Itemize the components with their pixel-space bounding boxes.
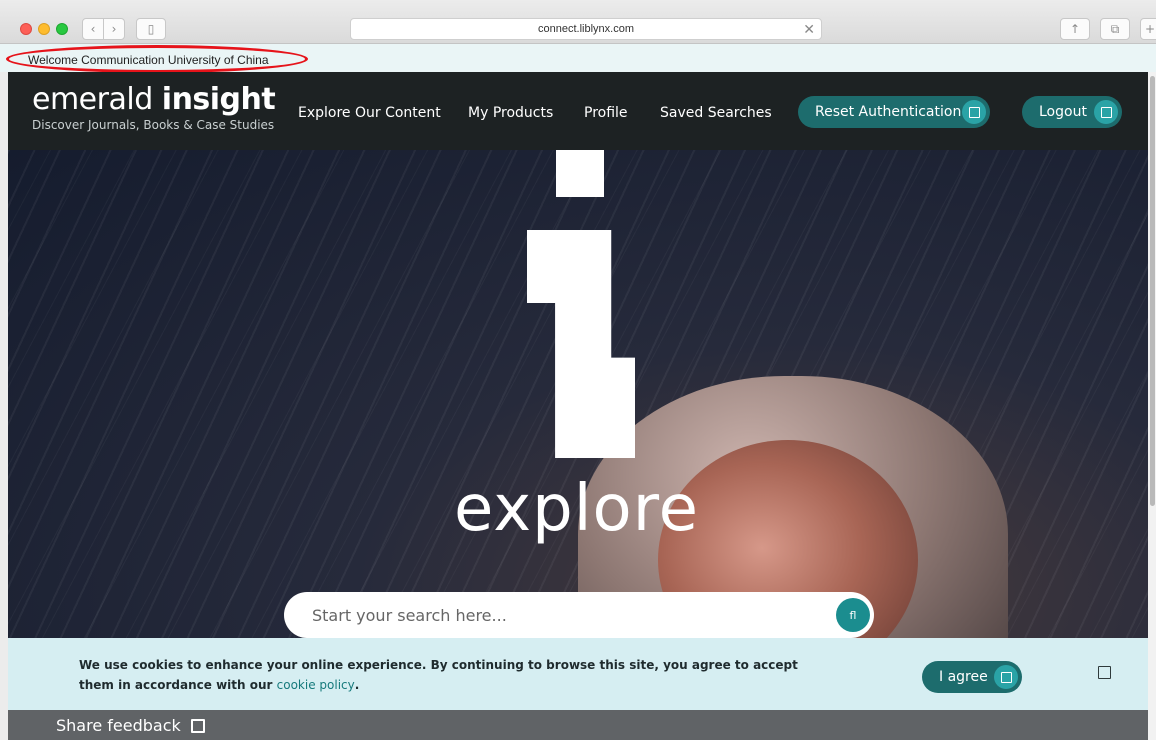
close-window-button[interactable] [20,23,32,35]
emerald-insight-logo[interactable]: emerald insight Discover Journals, Books… [32,82,276,133]
nav-saved-searches[interactable]: Saved Searches [660,105,772,121]
plus-icon[interactable]: + [1140,18,1156,40]
nav-profile[interactable]: Profile [584,105,628,121]
zoom-window-button[interactable] [56,23,68,35]
welcome-text: Welcome Communication University of Chin… [28,53,269,67]
insight-i-dot-graphic [556,150,604,197]
feedback-bar[interactable]: Share feedback [8,710,1148,740]
browser-toolbar: ‹ › ▯ connect.liblynx.com ✕ ↑ ⧉ + [0,0,1156,44]
search-input[interactable] [284,592,874,638]
logo-word-bold: insight [161,82,276,117]
square-icon [994,665,1018,689]
close-icon[interactable] [1098,666,1111,679]
scrollbar[interactable] [1148,72,1156,740]
cookie-banner: We use cookies to enhance your online ex… [8,638,1148,710]
search-submit-button[interactable]: fl [836,598,870,632]
cookie-text: We use cookies to enhance your online ex… [79,658,798,692]
nav-explore-our-content[interactable]: Explore Our Content [298,105,441,121]
address-bar[interactable]: connect.liblynx.com ✕ [350,18,822,40]
cookie-text-end: . [354,678,360,692]
hero-headline: explore [454,472,699,546]
share-icon[interactable]: ↑ [1060,18,1090,40]
square-icon [1094,100,1118,124]
welcome-banner: Welcome Communication University of Chin… [0,44,1156,72]
logo-word-light: emerald [32,82,153,117]
logout-label: Logout [1039,104,1087,120]
tabs-icon[interactable]: ⧉ [1100,18,1130,40]
sidebar-icon[interactable]: ▯ [136,18,166,40]
agree-label: I agree [939,669,988,685]
agree-button[interactable]: I agree [922,661,1022,693]
cookie-message: We use cookies to enhance your online ex… [79,655,799,695]
share-feedback-label: Share feedback [56,716,181,735]
cookie-policy-link[interactable]: cookie policy [277,678,355,692]
hero-banner: explore fl [8,150,1148,640]
reset-authentication-label: Reset Authentication [815,104,962,120]
scrollbar-thumb[interactable] [1150,76,1155,506]
close-icon[interactable]: ✕ [803,21,815,38]
address-url: connect.liblynx.com [538,23,634,35]
square-icon [962,100,986,124]
nav-my-products[interactable]: My Products [468,105,553,121]
chevron-right-icon[interactable]: › [103,18,125,40]
chevron-left-icon[interactable]: ‹ [82,18,104,40]
square-icon [190,719,205,733]
search-icon: fl [849,608,857,622]
site-header: emerald insight Discover Journals, Books… [8,72,1148,150]
logo-tagline: Discover Journals, Books & Case Studies [32,118,275,132]
minimize-window-button[interactable] [38,23,50,35]
logout-button[interactable]: Logout [1022,96,1122,128]
reset-authentication-button[interactable]: Reset Authentication [798,96,990,128]
